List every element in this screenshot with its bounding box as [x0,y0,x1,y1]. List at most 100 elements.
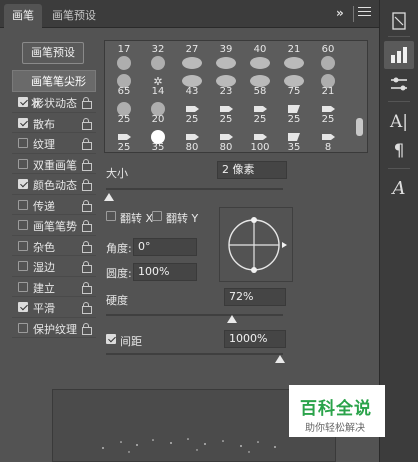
lock-icon[interactable] [82,199,92,212]
tab-brush[interactable]: 画笔 [4,4,42,28]
brush-presets-button[interactable]: 画笔预设 [22,42,84,64]
size-slider-handle[interactable] [104,193,114,201]
brush-option-row[interactable]: 颜色动态 [12,174,96,195]
brush-tip-cell[interactable]: 32 [151,44,165,70]
brush-option-checkbox[interactable] [18,179,28,189]
brush-tip-cell[interactable]: 58 [250,75,270,97]
size-slider-track[interactable] [106,188,283,190]
brush-option-checkbox[interactable] [18,281,28,292]
expand-panels-icon[interactable]: » [336,6,344,20]
brush-tip-cell[interactable]: ✲14 [152,75,165,97]
brush-tip-preview [284,57,304,69]
paragraph-icon[interactable]: ¶ [384,137,414,165]
brush-option-checkbox[interactable] [18,117,28,128]
brush-option-label: 保护纹理 [33,322,77,336]
brush-option-checkbox[interactable] [18,158,28,169]
panel-menu-icon[interactable] [358,7,371,18]
angle-roundness-widget[interactable] [219,207,293,282]
tab-brush-presets[interactable]: 画笔预设 [44,4,104,28]
hardness-field[interactable]: 72% [224,288,286,306]
brush-tip-cell[interactable]: 20 [151,102,165,125]
brush-tip-cell[interactable]: 43 [182,75,202,97]
brush-option-row[interactable]: 平滑 [12,297,96,318]
brush-option-row[interactable]: 画笔笔势 [12,215,96,236]
brush-option-checkbox[interactable] [18,97,28,107]
brush-option-checkbox[interactable] [18,322,28,333]
brush-tip-size: 25 [118,114,131,125]
lock-icon[interactable] [82,179,92,191]
brush-tip-cell[interactable]: 80 [186,134,199,153]
brush-tip-cell[interactable]: 25 [254,106,267,125]
glyph-icon[interactable]: A [384,175,414,203]
brush-tip-cell[interactable]: 60 [321,44,335,70]
brush-option-row[interactable]: 双重画笔 [12,154,96,174]
brush-tip-cell[interactable]: 8 [322,134,335,153]
brush-tip-cell[interactable]: 100 [250,134,270,153]
roundness-handle-top[interactable] [251,217,257,223]
spacing-checkbox[interactable] [106,334,116,344]
brush-tip-cell[interactable]: 17 [117,44,131,70]
brush-option-checkbox[interactable] [18,261,28,271]
brush-tip-cell[interactable]: 25 [322,106,335,125]
brush-option-row[interactable]: 保护纹理 [12,318,96,338]
brush-option-row[interactable]: 形状动态 [12,92,96,113]
roundness-field[interactable]: 100% [133,263,197,281]
lock-icon[interactable] [82,240,92,253]
size-field[interactable]: 2 像素 [217,161,287,179]
character-icon[interactable]: A| [384,108,414,136]
brush-option-row[interactable]: 散布 [12,113,96,133]
lock-icon[interactable] [82,117,92,130]
brush-tip-cell[interactable]: 40 [250,44,270,69]
spacing-slider-track[interactable] [106,353,283,355]
brush-tip-cell[interactable]: 35 [288,133,301,153]
brush-tip-cell[interactable]: 35 [151,130,165,153]
brush-tip-shape-header[interactable]: 画笔笔尖形状 [12,70,96,110]
brush-option-checkbox[interactable] [18,138,28,148]
brush-tip-preview [220,134,233,140]
brush-option-checkbox[interactable] [18,220,28,230]
brush-tip-cell[interactable]: 25 [118,134,131,153]
brush-tip-cell[interactable]: 27 [182,44,202,69]
lock-icon[interactable] [82,261,92,273]
brush-tip-cell[interactable]: 65 [117,74,131,97]
lock-icon[interactable] [82,322,92,335]
brush-tip-cell[interactable]: 25 [186,106,199,125]
lock-icon[interactable] [82,138,92,150]
hardness-slider-handle[interactable] [227,315,238,323]
adjust-icon[interactable] [384,70,414,98]
lock-icon[interactable] [82,281,92,294]
brush-grid-scrollbar[interactable] [356,118,363,136]
brush-option-checkbox[interactable] [18,199,28,210]
spacing-field[interactable]: 1000% [224,330,286,348]
brush-tip-cell[interactable]: 21 [321,74,335,97]
brush-option-row[interactable]: 建立 [12,277,96,297]
lock-icon[interactable] [82,97,92,109]
brush-option-row[interactable]: 湿边 [12,256,96,277]
lock-icon[interactable] [82,302,92,314]
brush-tip-cell[interactable]: 25 [220,106,233,125]
brush-tip-size: 39 [220,44,233,55]
lock-icon[interactable] [82,220,92,232]
brush-option-checkbox[interactable] [18,302,28,312]
history-icon[interactable] [384,8,414,36]
angle-arrow-icon[interactable] [282,242,287,248]
brush-tip-cell[interactable]: 39 [216,44,236,69]
brush-tip-cell[interactable]: 75 [284,75,304,97]
hardness-slider-track[interactable] [106,314,283,316]
brush-tip-cell[interactable]: 23 [216,75,236,97]
angle-field[interactable]: 0° [133,238,197,256]
roundness-handle-bottom[interactable] [251,267,257,273]
brush-option-checkbox[interactable] [18,240,28,251]
brush-tip-cell[interactable]: 80 [220,134,233,153]
brush-option-row[interactable]: 纹理 [12,133,96,154]
flip-x-checkbox[interactable] [106,211,116,221]
brush-option-row[interactable]: 杂色 [12,236,96,256]
brush-tip-cell[interactable]: 21 [284,44,304,69]
spacing-slider-handle[interactable] [275,355,285,363]
brush-tip-cell[interactable]: 25 [117,102,131,125]
brush-option-row[interactable]: 传递 [12,195,96,215]
brush-icon[interactable] [384,41,414,69]
flip-y-checkbox[interactable] [152,211,162,221]
brush-tip-cell[interactable]: 25 [288,105,301,125]
lock-icon[interactable] [82,158,92,171]
